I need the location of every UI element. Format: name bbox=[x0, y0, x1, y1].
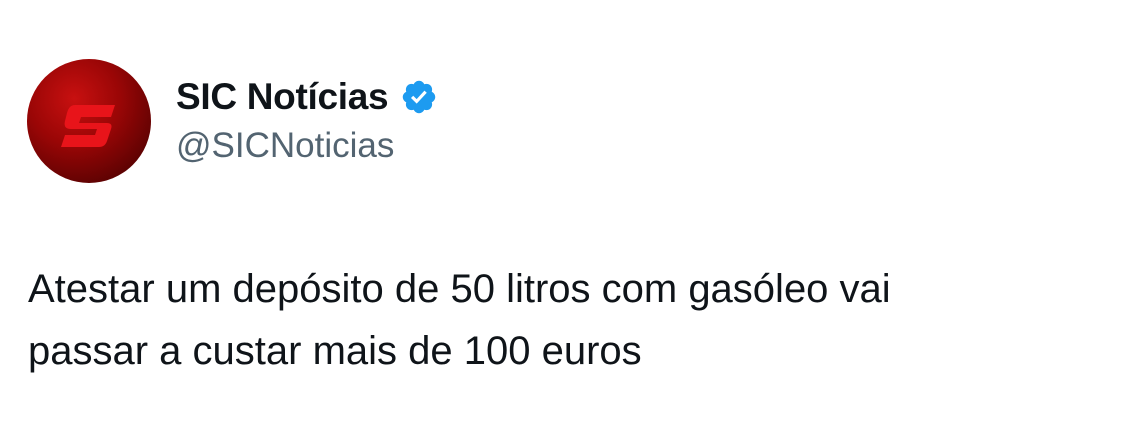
tweet-text: Atestar um depósito de 50 litros com gas… bbox=[28, 258, 1108, 382]
sic-logo-icon bbox=[61, 105, 115, 147]
tweet-text-line: passar a custar mais de 100 euros bbox=[28, 329, 642, 373]
author-handle[interactable]: @SICNoticias bbox=[176, 126, 394, 166]
avatar[interactable] bbox=[27, 59, 151, 183]
tweet-card: SIC Notícias @SICNoticias Atestar um dep… bbox=[0, 0, 1125, 424]
author-display-name[interactable]: SIC Notícias bbox=[176, 76, 389, 118]
verified-badge-icon[interactable] bbox=[400, 78, 438, 116]
tweet-text-line: Atestar um depósito de 50 litros com gas… bbox=[28, 267, 891, 311]
author-name-row: SIC Notícias bbox=[176, 75, 438, 119]
